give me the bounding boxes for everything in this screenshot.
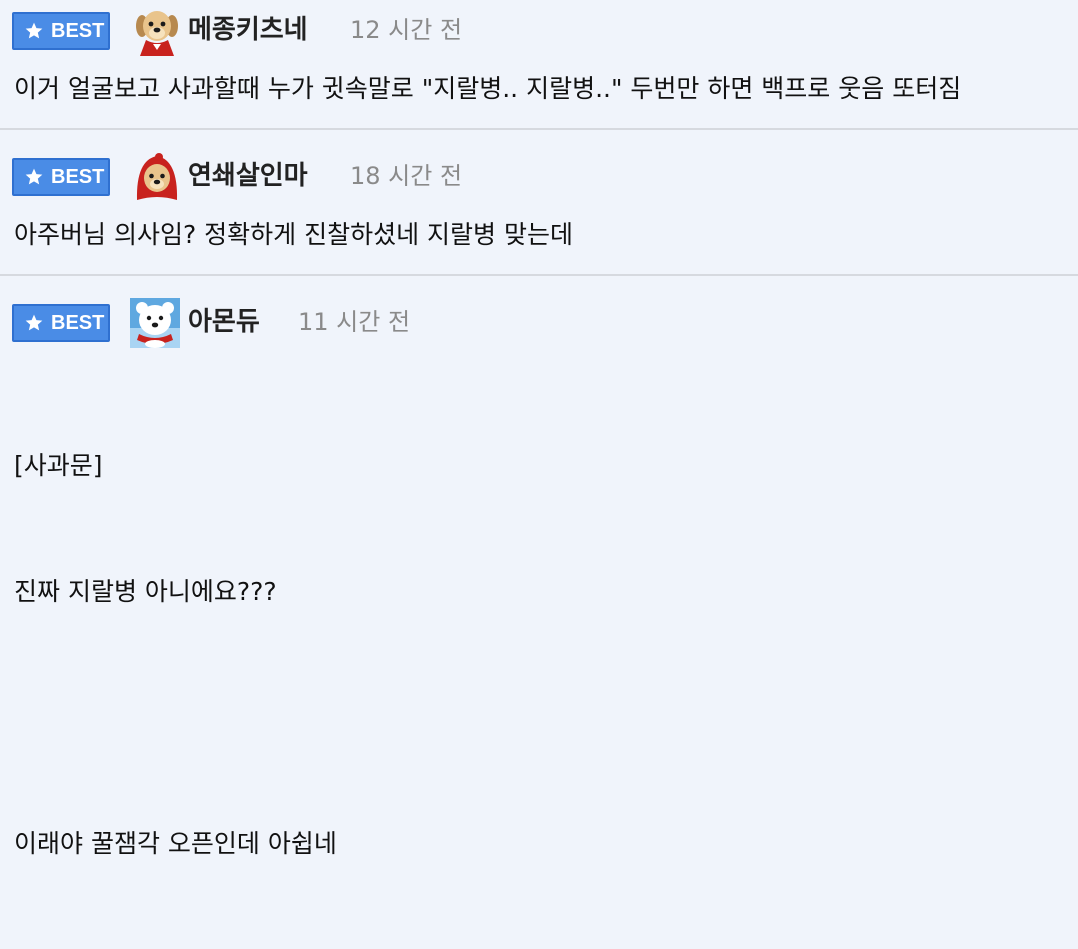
comment-header: BEST 메종키츠네 12 시간 전 xyxy=(0,0,1078,60)
star-icon xyxy=(25,314,43,331)
timestamp: 18 시간 전 xyxy=(350,162,463,190)
timestamp: 12 시간 전 xyxy=(350,16,463,44)
best-badge-label: BEST xyxy=(51,312,105,334)
comment-line: 아주버님 의사임? 정확하게 진찰하셨네 지랄병 맞는데 xyxy=(14,220,574,249)
nickname[interactable]: 메종키츠네 xyxy=(188,14,308,44)
puppy-red-cape-avatar[interactable] xyxy=(132,6,182,56)
comment-body: 아주버님 의사임? 정확하게 진찰하셨네 지랄병 맞는데 xyxy=(14,214,573,256)
comment-item: BEST 아몬듀 11 시간 전 [사과문] 진짜 지랄병 아니에요??? 이래… xyxy=(0,276,1078,858)
best-badge-label: BEST xyxy=(51,20,105,42)
comment-header: BEST 아몬듀 11 시간 전 xyxy=(0,276,1078,348)
best-badge-label: BEST xyxy=(51,166,105,188)
comment-line: 이래야 꿀잼각 오픈인데 아쉽네 xyxy=(14,829,337,858)
timestamp: 11 시간 전 xyxy=(298,308,411,336)
comment-item: BEST 연쇄살인마 18 시간 전 아주버님 의사임? 정확하게 진찰하셨네 … xyxy=(0,130,1078,276)
best-badge: BEST xyxy=(12,304,110,342)
nickname[interactable]: 아몬듀 xyxy=(188,306,260,336)
comment-item: BEST 메종키츠네 12 시간 전 이거 얼굴보고 사과할때 누가 귓속말로 … xyxy=(0,0,1078,130)
star-icon xyxy=(25,168,43,185)
comment-line: [사과문] xyxy=(14,451,103,480)
comment-body: [사과문] 진짜 지랄병 아니에요??? 이래야 꿀잼각 오픈인데 아쉽네 xyxy=(14,361,337,949)
star-icon xyxy=(25,22,43,39)
polar-bear-avatar[interactable] xyxy=(130,298,180,348)
best-badge: BEST xyxy=(12,158,110,196)
comment-body: 이거 얼굴보고 사과할때 누가 귓속말로 "지랄병.. 지랄병.." 두번만 하… xyxy=(14,68,961,110)
best-badge: BEST xyxy=(12,12,110,50)
nickname[interactable]: 연쇄살인마 xyxy=(188,160,308,190)
puppy-red-hood-avatar[interactable] xyxy=(132,152,182,202)
comment-line: 이거 얼굴보고 사과할때 누가 귓속말로 "지랄병.. 지랄병.." 두번만 하… xyxy=(14,74,962,103)
comment-header: BEST 연쇄살인마 18 시간 전 xyxy=(0,130,1078,200)
comment-line xyxy=(14,697,337,739)
comment-line: 진짜 지랄병 아니에요??? xyxy=(14,577,277,606)
